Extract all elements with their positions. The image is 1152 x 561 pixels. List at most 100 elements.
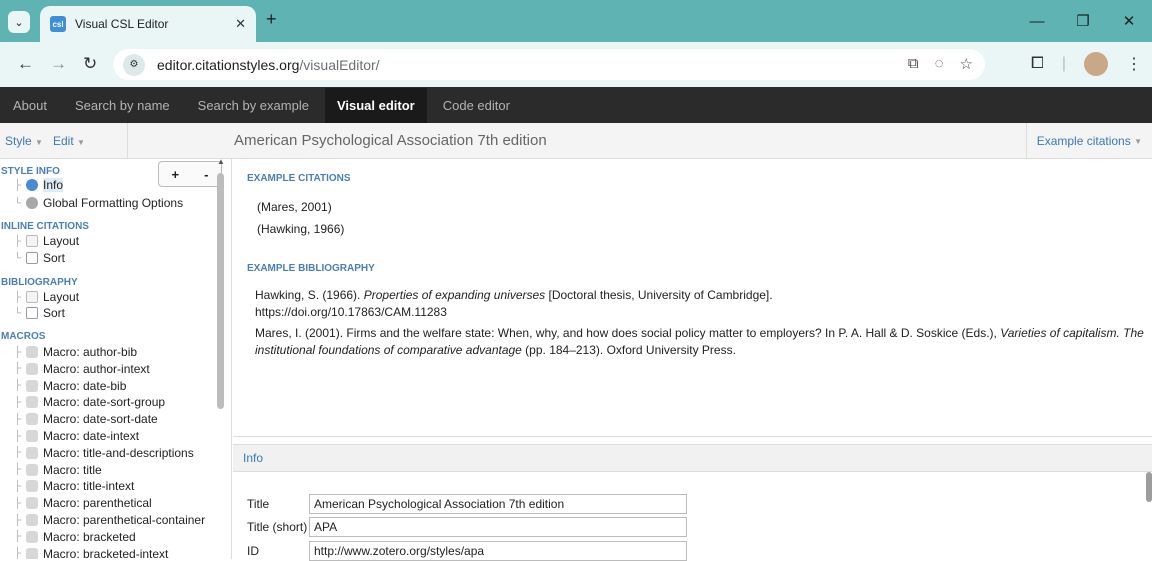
bib-text: [Doctoral thesis, University of Cambridg…	[545, 288, 773, 302]
tree-node-macro[interactable]: ├ Macro: date-sort-group	[14, 394, 165, 410]
restore-icon[interactable]: ❐	[1060, 0, 1106, 42]
title-short-field[interactable]: APA	[309, 517, 687, 537]
address-bar[interactable]: ⚙ editor.citationstyles.org/visualEditor…	[113, 49, 985, 80]
forward-arrow-icon[interactable]: →	[50, 54, 67, 74]
tree-node-macro[interactable]: ├ Macro: author-bib	[14, 344, 137, 360]
example-bibliography-heading: EXAMPLE BIBLIOGRAPHY	[247, 263, 375, 274]
minimize-icon[interactable]: —	[1014, 0, 1060, 42]
edit-menu[interactable]: Edit ▼	[53, 134, 85, 148]
scroll-up-icon[interactable]: ▲	[217, 159, 225, 166]
tree-line: ├	[14, 291, 22, 303]
add-node-button[interactable]: +	[172, 167, 180, 182]
macro-icon	[26, 530, 38, 543]
macro-icon	[26, 346, 38, 358]
caret-down-icon: ▼	[1134, 136, 1142, 146]
style-tree-sidebar: + - STYLE INFO ├ Info └ Global Formatting …	[0, 159, 232, 559]
tree-node-global-formatting[interactable]: └ Global Formatting Options	[14, 195, 183, 211]
info-panel-scrollbar[interactable]	[1146, 444, 1152, 559]
title-field[interactable]: American Psychological Association 7th e…	[309, 494, 687, 514]
tree-node-macro[interactable]: ├ Macro: parenthetical-container	[14, 512, 205, 528]
scrollbar-thumb[interactable]	[1146, 472, 1152, 502]
site-info-icon[interactable]: ⚙	[123, 53, 145, 76]
tree-node-macro[interactable]: ├ Macro: date-intext	[14, 428, 139, 444]
style-menu-label: Style	[5, 134, 32, 148]
tree-node-label: Macro: title-and-descriptions	[43, 445, 194, 460]
tree-line: ├	[14, 413, 22, 425]
title-label: Title	[247, 497, 270, 511]
menu-divider	[127, 123, 128, 159]
nav-about[interactable]: About	[13, 98, 47, 113]
tree-node-macro[interactable]: ├ Macro: date-bib	[14, 378, 126, 394]
caret-down-icon: ▼	[77, 138, 85, 147]
tree-line: ├	[14, 396, 22, 408]
sidebar-scrollbar[interactable]: ▲	[216, 159, 225, 411]
nav-search-by-example[interactable]: Search by example	[198, 98, 309, 113]
macro-icon	[26, 396, 38, 409]
close-icon[interactable]: ✕	[1106, 0, 1152, 42]
tree-node-macro[interactable]: ├ Macro: title-intext	[14, 478, 134, 494]
tree-node-label: Sort	[43, 306, 66, 320]
remove-node-button[interactable]: -	[204, 167, 208, 182]
new-tab-plus-icon[interactable]: +	[266, 9, 277, 30]
profile-avatar[interactable]	[1084, 52, 1108, 76]
reload-icon[interactable]: ↻	[83, 54, 97, 74]
id-field[interactable]: http://www.zotero.org/styles/apa	[309, 541, 687, 561]
style-menu[interactable]: Style ▼	[5, 134, 43, 148]
tree-node-bib-layout[interactable]: ├ Layout	[14, 289, 79, 305]
info-panel: Title American Psychological Association…	[233, 472, 1152, 561]
macro-icon	[26, 497, 38, 510]
add-remove-node-buttons: + -	[158, 161, 222, 187]
tab-search-chevron-icon[interactable]: ⌄	[8, 11, 30, 33]
tree-node-label: Macro: date-intext	[43, 429, 140, 443]
bookmark-star-icon[interactable]: ☆	[960, 55, 973, 73]
tree-node-label: Macro: title	[43, 462, 102, 477]
tree-line: ├	[14, 447, 22, 459]
bib-text: Mares, I. (2001). Firms and the welfare …	[255, 326, 1001, 340]
scrollbar-thumb[interactable]	[217, 173, 224, 409]
bibliography-entry-1: Hawking, S. (1966). Properties of expand…	[255, 287, 1145, 321]
tree-node-inline-sort[interactable]: └ Sort	[14, 250, 65, 266]
tree-node-bib-sort[interactable]: └ Sort	[14, 305, 65, 321]
nav-code-editor[interactable]: Code editor	[443, 98, 510, 113]
example-citations-menu[interactable]: Example citations ▼	[1025, 123, 1152, 159]
tree-node-macro[interactable]: ├ Macro: author-intext	[14, 361, 150, 377]
tree-line: ├	[14, 179, 22, 191]
tree-node-macro[interactable]: ├ Macro: parenthetical	[14, 495, 152, 511]
tree-node-label: Macro: author-bib	[43, 345, 138, 359]
eye-off-icon[interactable]: ◌	[935, 55, 944, 73]
tree-node-inline-layout[interactable]: ├ Layout	[14, 233, 79, 249]
nav-visual-editor[interactable]: Visual editor	[324, 87, 427, 123]
bibliography-entry-2: Mares, I. (2001). Firms and the welfare …	[255, 325, 1145, 359]
macro-icon	[26, 362, 38, 375]
section-inline-citations: INLINE CITATIONS	[1, 221, 89, 232]
site-nav: About Search by name Search by example V…	[0, 87, 1152, 123]
tree-line: ├	[14, 430, 22, 442]
extensions-icon[interactable]: ⧠	[1031, 55, 1044, 73]
tree-line: ├	[14, 464, 22, 476]
nav-search-by-name[interactable]: Search by name	[75, 98, 170, 113]
tree-line: ├	[14, 531, 22, 543]
tree-node-label: Layout	[43, 290, 80, 304]
tree-line: ├	[14, 480, 22, 492]
tree-node-label: Macro: bracketed-intext	[43, 546, 169, 559]
tree-node-macro[interactable]: ├ Macro: bracketed	[14, 529, 136, 545]
id-label: ID	[247, 544, 259, 558]
tree-node-macro[interactable]: ├ Macro: date-sort-date	[14, 411, 158, 427]
tree-node-macro[interactable]: ├ Macro: title-and-descriptions	[14, 445, 194, 461]
browser-tab[interactable]: csl Visual CSL Editor ✕	[40, 6, 256, 42]
tree-line: └	[14, 252, 22, 264]
tree-node-info[interactable]: ├ Info	[14, 177, 64, 193]
bib-title: Properties of expanding universes	[363, 288, 546, 302]
tab-close-icon[interactable]: ✕	[235, 16, 246, 32]
info-icon	[26, 179, 38, 191]
tree-node-macro[interactable]: ├ Macro: bracketed-intext	[14, 546, 168, 559]
tree-node-macro[interactable]: ├ Macro: title	[14, 462, 102, 478]
bib-text: (pp. 184–213). Oxford University Press.	[521, 343, 736, 357]
browser-menu-icon[interactable]: ⋮	[1126, 54, 1142, 74]
translate-icon[interactable]: ⧉	[908, 55, 919, 73]
panel-gap	[233, 437, 1152, 444]
tree-node-label: Sort	[43, 251, 66, 265]
csl-favicon-icon: csl	[50, 16, 66, 32]
back-arrow-icon[interactable]: ←	[17, 54, 34, 74]
tree-line: ├	[14, 363, 22, 375]
